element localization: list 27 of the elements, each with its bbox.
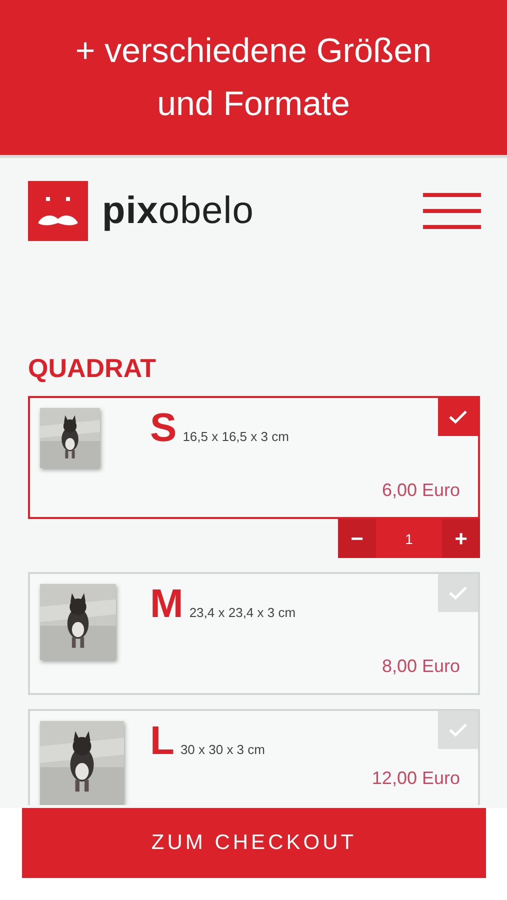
price-text: 6,00 Euro xyxy=(382,480,460,501)
decrease-button[interactable]: − xyxy=(338,519,376,558)
price-text: 8,00 Euro xyxy=(382,656,460,677)
increase-button[interactable]: + xyxy=(442,519,480,558)
select-checkbox[interactable] xyxy=(438,711,478,749)
dimensions-text: 23,4 x 23,4 x 3 cm xyxy=(189,605,296,620)
size-label: M xyxy=(150,582,184,627)
menu-icon[interactable] xyxy=(423,191,481,231)
size-label: L xyxy=(150,719,174,764)
size-label: S xyxy=(150,406,177,451)
logo-text: pixobelo xyxy=(102,190,254,232)
select-checkbox[interactable] xyxy=(438,574,478,612)
dimensions-text: 16,5 x 16,5 x 3 cm xyxy=(182,429,289,444)
price-text: 12,00 Euro xyxy=(372,768,460,789)
product-card[interactable]: M 23,4 x 23,4 x 3 cm 8,00 Euro xyxy=(28,572,480,695)
mustache-logo-icon xyxy=(28,181,88,241)
dimensions-text: 30 x 30 x 3 cm xyxy=(180,742,265,757)
checkmark-icon xyxy=(449,410,467,424)
section-title: QUADRAT xyxy=(28,353,158,384)
checkout-button[interactable]: ZUM CHECKOUT xyxy=(22,808,486,878)
banner-title: + verschiedene Größen und Formate xyxy=(74,30,433,124)
select-checkbox[interactable] xyxy=(438,398,478,436)
product-card[interactable]: L 30 x 30 x 3 cm 12,00 Euro xyxy=(28,709,480,805)
quantity-value: 1 xyxy=(404,530,414,548)
product-card[interactable]: S 16,5 x 16,5 x 3 cm 6,00 Euro xyxy=(28,396,480,519)
checkmark-icon xyxy=(449,586,467,600)
checkmark-icon xyxy=(449,723,467,737)
